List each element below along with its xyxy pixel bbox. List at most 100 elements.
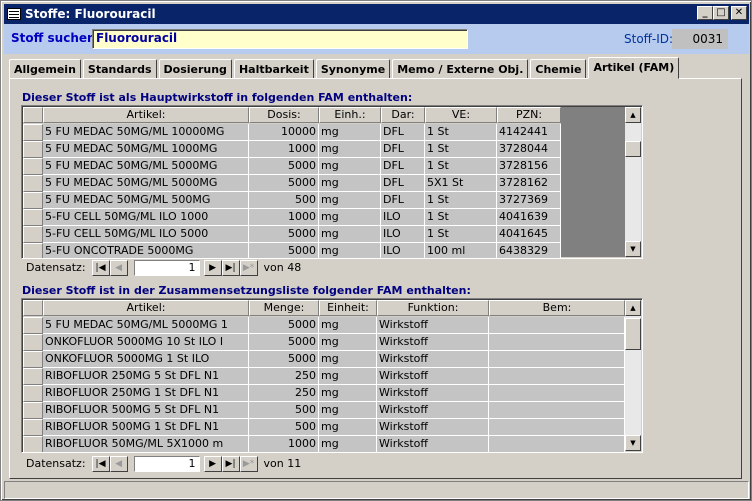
tab-memo-externe-obj[interactable]: Memo / Externe Obj.	[392, 59, 529, 79]
table-cell[interactable]	[489, 334, 625, 351]
table-cell[interactable]: 5000	[249, 243, 319, 258]
table-cell[interactable]: Wirkstoff	[377, 402, 489, 419]
table-cell[interactable]: 3728044	[497, 141, 561, 158]
table-cell[interactable]: RIBOFLUOR 250MG 1 St DFL N1	[43, 385, 249, 402]
table-cell[interactable]: mg	[319, 351, 377, 368]
table-cell[interactable]: 500	[249, 419, 319, 436]
record-number-input[interactable]: 1	[133, 455, 200, 472]
table-cell[interactable]: mg	[319, 385, 377, 402]
first-record-button[interactable]: |◀	[91, 455, 110, 472]
row-selector[interactable]	[23, 158, 43, 175]
table-row[interactable]: RIBOFLUOR 250MG 1 St DFL N1 250 mg Wirkstof…	[23, 385, 625, 402]
table-cell[interactable]: 3728162	[497, 175, 561, 192]
maximize-button[interactable]: □	[713, 6, 729, 20]
table-row[interactable]: ONKOFLUOR 5000MG 10 St ILO I 5000 mg Wirkst…	[23, 334, 625, 351]
table-cell[interactable]: Wirkstoff	[377, 368, 489, 385]
column-header-funktion[interactable]: Funktion:	[377, 300, 489, 316]
table-cell[interactable]: 1000	[249, 141, 319, 158]
table-cell[interactable]: mg	[319, 317, 377, 334]
table-cell[interactable]: 5 FU MEDAC 50MG/ML 500MG	[43, 192, 249, 209]
scroll-down-arrow[interactable]: ▼	[625, 241, 641, 257]
table-cell[interactable]: 5000	[249, 175, 319, 192]
table-cell[interactable]: 5X1 St	[425, 175, 497, 192]
table-cell[interactable]: mg	[319, 402, 377, 419]
table-cell[interactable]: ONKOFLUOR 5000MG 1 St ILO	[43, 351, 249, 368]
row-selector[interactable]	[23, 419, 43, 436]
row-selector[interactable]	[23, 141, 43, 158]
table-cell[interactable]: ILO	[381, 209, 425, 226]
row-selector[interactable]	[23, 334, 43, 351]
column-header-einheit[interactable]: Einheit:	[319, 300, 377, 316]
scroll-thumb[interactable]	[625, 141, 641, 157]
column-header-einh[interactable]: Einh.:	[319, 107, 381, 123]
row-selector[interactable]	[23, 124, 43, 141]
table-cell[interactable]: mg	[319, 158, 381, 175]
table-cell[interactable]: mg	[319, 334, 377, 351]
table-cell[interactable]: 5000	[249, 351, 319, 368]
next-record-button[interactable]: ▶	[203, 455, 222, 472]
table-cell[interactable]: 1000	[249, 209, 319, 226]
table-cell[interactable]: 5000	[249, 226, 319, 243]
table-cell[interactable]: Wirkstoff	[377, 419, 489, 436]
new-record-button[interactable]: ▶*	[239, 259, 258, 276]
table-cell[interactable]	[489, 317, 625, 334]
first-record-button[interactable]: |◀	[91, 259, 110, 276]
table-cell[interactable]: DFL	[381, 124, 425, 141]
table-cell[interactable]: 5000	[249, 317, 319, 334]
table-row[interactable]: 5-FU CELL 50MG/ML ILO 1000 1000 mg ILO 1 St 4…	[23, 209, 561, 226]
column-header-pzn[interactable]: PZN:	[497, 107, 561, 123]
table-cell[interactable]: Wirkstoff	[377, 385, 489, 402]
row-selector[interactable]	[23, 175, 43, 192]
table-cell[interactable]: mg	[319, 141, 381, 158]
table-cell[interactable]: RIBOFLUOR 500MG 5 St DFL N1	[43, 402, 249, 419]
table-cell[interactable]: 3728156	[497, 158, 561, 175]
table-cell[interactable]: mg	[319, 436, 377, 452]
table-cell[interactable]: 5 FU MEDAC 50MG/ML 1000MG	[43, 141, 249, 158]
tab-dosierung[interactable]: Dosierung	[158, 59, 232, 79]
table-cell[interactable]: 5-FU ONCOTRADE 5000MG	[43, 243, 249, 258]
column-header-artikel[interactable]: Artikel:	[43, 300, 249, 316]
row-selector[interactable]	[23, 317, 43, 334]
table-cell[interactable]: 5000	[249, 334, 319, 351]
table-cell[interactable]: mg	[319, 243, 381, 258]
table-cell[interactable]: RIBOFLUOR 250MG 5 St DFL N1	[43, 368, 249, 385]
table-row[interactable]: 5 FU MEDAC 50MG/ML 10000MG 10000 mg DFL 1 St…	[23, 124, 561, 141]
column-header-bem[interactable]: Bem:	[489, 300, 625, 316]
tab-haltbarkeit[interactable]: Haltbarkeit	[233, 59, 314, 79]
row-selector[interactable]	[23, 243, 43, 258]
table-row[interactable]: 5-FU CELL 50MG/ML ILO 5000 5000 mg ILO 1 St 4…	[23, 226, 561, 243]
table-cell[interactable]: Wirkstoff	[377, 351, 489, 368]
table-cell[interactable]: ILO	[381, 243, 425, 258]
scroll-up-arrow[interactable]: ▲	[625, 107, 641, 123]
table-cell[interactable]: mg	[319, 192, 381, 209]
scroll-thumb[interactable]	[625, 318, 641, 350]
table-cell[interactable]: mg	[319, 175, 381, 192]
scroll-up-arrow[interactable]: ▲	[625, 300, 641, 316]
column-header-dosis[interactable]: Dosis:	[249, 107, 319, 123]
table-cell[interactable]	[489, 351, 625, 368]
table-cell[interactable]: 250	[249, 368, 319, 385]
table-cell[interactable]: 5 FU MEDAC 50MG/ML 5000MG	[43, 158, 249, 175]
table-cell[interactable]: 1 St	[425, 158, 497, 175]
table-cell[interactable]: 5 FU MEDAC 50MG/ML 10000MG	[43, 124, 249, 141]
table-cell[interactable]: ILO	[381, 226, 425, 243]
last-record-button[interactable]: ▶|	[221, 455, 240, 472]
table-row[interactable]: 5 FU MEDAC 50MG/ML 5000MG 1 5000 mg Wirksto…	[23, 317, 625, 334]
next-record-button[interactable]: ▶	[203, 259, 222, 276]
table-cell[interactable]: RIBOFLUOR 50MG/ML 5X1000 m	[43, 436, 249, 452]
table-cell[interactable]: 500	[249, 192, 319, 209]
table-cell[interactable]: 10000	[249, 124, 319, 141]
table-row[interactable]: ONKOFLUOR 5000MG 1 St ILO 5000 mg Wirkstoff	[23, 351, 625, 368]
table-row[interactable]: 5 FU MEDAC 50MG/ML 1000MG 1000 mg DFL 1 St 37…	[23, 141, 561, 158]
table-row[interactable]: RIBOFLUOR 500MG 5 St DFL N1 500 mg Wirkstof…	[23, 402, 625, 419]
table-cell[interactable]	[489, 402, 625, 419]
table-cell[interactable]: 5 FU MEDAC 50MG/ML 5000MG	[43, 175, 249, 192]
table-row[interactable]: 5 FU MEDAC 50MG/ML 5000MG 5000 mg DFL 5X1 St…	[23, 175, 561, 192]
table-cell[interactable]: 3727369	[497, 192, 561, 209]
row-selector[interactable]	[23, 351, 43, 368]
table-cell[interactable]: Wirkstoff	[377, 334, 489, 351]
table-cell[interactable]: Wirkstoff	[377, 317, 489, 334]
table-row[interactable]: 5 FU MEDAC 50MG/ML 5000MG 5000 mg DFL 1 St 37…	[23, 158, 561, 175]
table-cell[interactable]: DFL	[381, 141, 425, 158]
table-cell[interactable]: 5-FU CELL 50MG/ML ILO 5000	[43, 226, 249, 243]
